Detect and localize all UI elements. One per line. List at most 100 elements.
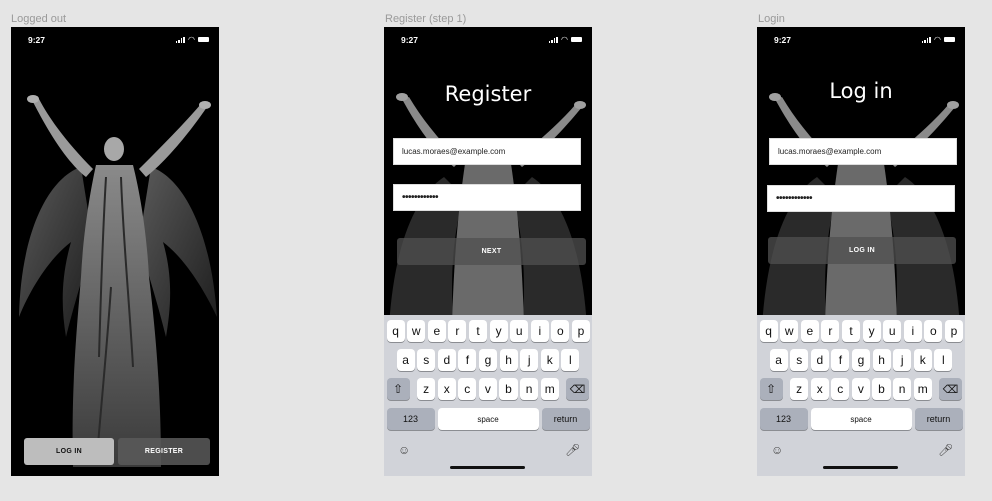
signal-icon xyxy=(921,36,932,43)
key-e[interactable]: e xyxy=(800,320,819,342)
key-r[interactable]: r xyxy=(448,320,467,342)
key-i[interactable]: i xyxy=(903,320,922,342)
frame-label-logged-out: Logged out xyxy=(11,13,67,25)
login-button[interactable]: LOG IN xyxy=(768,237,956,264)
password-field[interactable]: •••••••••••• xyxy=(393,184,581,211)
key-b[interactable]: b xyxy=(872,378,891,400)
key-w[interactable]: w xyxy=(780,320,799,342)
key-v[interactable]: v xyxy=(478,378,497,400)
key-h[interactable]: h xyxy=(499,349,518,371)
key-s[interactable]: s xyxy=(790,349,809,371)
key-m[interactable]: m xyxy=(540,378,559,400)
frame-label-login: Login xyxy=(758,13,785,25)
key-w[interactable]: w xyxy=(407,320,426,342)
email-field[interactable]: lucas.moraes@example.com xyxy=(769,138,957,165)
key-j[interactable]: j xyxy=(893,349,912,371)
emoji-icon[interactable]: ☺ xyxy=(398,443,410,457)
battery-icon xyxy=(944,36,955,43)
email-field[interactable]: lucas.moraes@example.com xyxy=(393,138,581,165)
key-z[interactable]: z xyxy=(790,378,809,400)
key-c[interactable]: c xyxy=(458,378,477,400)
page-title: Log in xyxy=(829,79,893,103)
key-k[interactable]: k xyxy=(913,349,932,371)
emoji-icon[interactable]: ☺ xyxy=(771,443,783,457)
key-t[interactable]: t xyxy=(841,320,861,342)
signal-icon xyxy=(175,36,186,43)
key-t[interactable]: t xyxy=(468,320,488,342)
home-indicator xyxy=(823,466,898,469)
key-d[interactable]: d xyxy=(810,349,829,371)
phone-register: 9:27 ◠ Register lucas.moraes@example.com… xyxy=(384,27,592,476)
shift-icon[interactable]: ⇧ xyxy=(759,378,783,400)
key-n[interactable]: n xyxy=(520,378,539,400)
home-indicator xyxy=(450,466,525,469)
numbers-key[interactable]: 123 xyxy=(386,408,435,430)
key-g[interactable]: g xyxy=(851,349,871,371)
wifi-icon: ◠ xyxy=(934,35,941,44)
status-time: 9:27 xyxy=(774,35,792,45)
battery-icon xyxy=(571,36,582,43)
key-q[interactable]: q xyxy=(759,320,778,342)
return-key[interactable]: return xyxy=(541,408,590,430)
key-r[interactable]: r xyxy=(821,320,840,342)
next-button[interactable]: NEXT xyxy=(397,238,586,265)
backspace-icon[interactable]: ⌫ xyxy=(939,378,962,400)
microphone-icon[interactable]: 🎤︎ xyxy=(565,443,580,457)
key-s[interactable]: s xyxy=(417,349,436,371)
key-d[interactable]: d xyxy=(437,349,456,371)
key-n[interactable]: n xyxy=(893,378,912,400)
key-b[interactable]: b xyxy=(499,378,518,400)
key-m[interactable]: m xyxy=(913,378,932,400)
login-button[interactable]: LOG IN xyxy=(24,438,114,465)
key-a[interactable]: a xyxy=(396,349,415,371)
register-button[interactable]: REGISTER xyxy=(118,438,210,465)
numbers-key[interactable]: 123 xyxy=(759,408,808,430)
key-g[interactable]: g xyxy=(478,349,498,371)
shift-icon[interactable]: ⇧ xyxy=(386,378,410,400)
key-l[interactable]: l xyxy=(561,349,580,371)
microphone-icon[interactable]: 🎤︎ xyxy=(938,443,953,457)
password-field[interactable]: •••••••••••• xyxy=(767,185,955,212)
key-f[interactable]: f xyxy=(458,349,477,371)
key-q[interactable]: q xyxy=(386,320,405,342)
key-v[interactable]: v xyxy=(851,378,870,400)
wifi-icon: ◠ xyxy=(188,35,195,44)
angel-statue-image xyxy=(19,95,217,467)
key-j[interactable]: j xyxy=(520,349,539,371)
key-l[interactable]: l xyxy=(934,349,953,371)
return-key[interactable]: return xyxy=(914,408,963,430)
key-p[interactable]: p xyxy=(571,320,591,342)
page-title: Register xyxy=(444,82,532,106)
space-key[interactable]: space xyxy=(437,408,539,430)
battery-icon xyxy=(198,36,209,43)
status-bar: 9:27 ◠ xyxy=(11,27,219,51)
key-y[interactable]: y xyxy=(862,320,881,342)
keyboard: q w e r t y u i o p a s d f g h j k l ⇧ z x c v b n m ⌫ 123 space retu… xyxy=(757,315,965,476)
key-k[interactable]: k xyxy=(540,349,559,371)
key-c[interactable]: c xyxy=(831,378,850,400)
key-x[interactable]: x xyxy=(810,378,829,400)
key-i[interactable]: i xyxy=(530,320,549,342)
key-h[interactable]: h xyxy=(872,349,891,371)
wifi-icon: ◠ xyxy=(561,35,568,44)
key-z[interactable]: z xyxy=(417,378,436,400)
phone-login: 9:27 ◠ Log in lucas.moraes@example.com •… xyxy=(757,27,965,476)
backspace-icon[interactable]: ⌫ xyxy=(566,378,589,400)
status-time: 9:27 xyxy=(401,35,419,45)
key-p[interactable]: p xyxy=(944,320,964,342)
keyboard: q w e r t y u i o p a s d f g h j k l ⇧ z x c v b n m ⌫ 123 space retu… xyxy=(384,315,592,476)
key-x[interactable]: x xyxy=(437,378,456,400)
key-u[interactable]: u xyxy=(510,320,529,342)
key-f[interactable]: f xyxy=(831,349,850,371)
key-y[interactable]: y xyxy=(489,320,508,342)
key-o[interactable]: o xyxy=(551,320,570,342)
space-key[interactable]: space xyxy=(810,408,912,430)
status-time: 9:27 xyxy=(28,35,46,45)
phone-logged-out: 9:27 ◠ LOG IN REGISTER xyxy=(11,27,219,476)
key-a[interactable]: a xyxy=(769,349,788,371)
status-bar: 9:27 ◠ xyxy=(757,27,965,51)
signal-icon xyxy=(548,36,559,43)
key-u[interactable]: u xyxy=(883,320,902,342)
key-o[interactable]: o xyxy=(924,320,943,342)
key-e[interactable]: e xyxy=(427,320,446,342)
